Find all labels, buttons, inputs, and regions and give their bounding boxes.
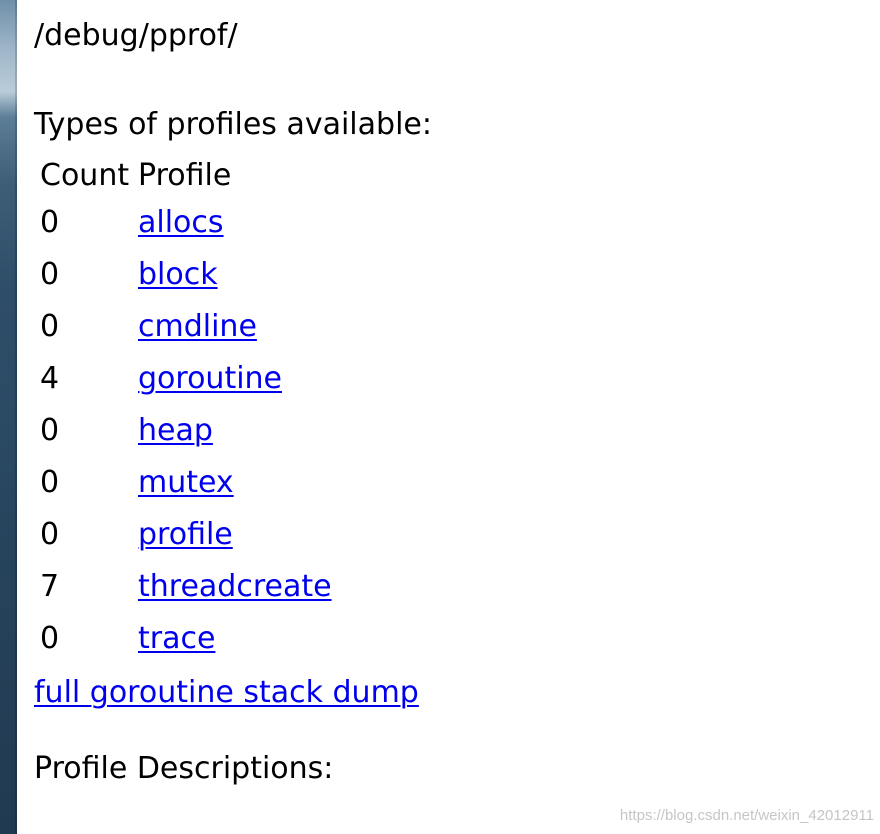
profile-count: 0	[40, 464, 60, 500]
table-row: 0 block	[40, 248, 332, 300]
profile-cell: block	[138, 248, 332, 300]
profiles-types-heading: Types of profiles available:	[34, 107, 432, 142]
profile-descriptions-heading: Profile Descriptions:	[34, 751, 334, 786]
profile-link-allocs[interactable]: allocs	[138, 205, 224, 240]
table-row: 0 heap	[40, 404, 332, 456]
table-row: 0 trace	[40, 612, 332, 664]
table-row: 0 cmdline	[40, 300, 332, 352]
desktop-background-strip	[0, 0, 17, 834]
table-row: 4 goroutine	[40, 352, 332, 404]
profile-cell: profile	[138, 508, 332, 560]
profile-cell: threadcreate	[138, 560, 332, 612]
profile-column-header: Profile	[138, 157, 232, 193]
table-row: 7 threadcreate	[40, 560, 332, 612]
full-goroutine-dump-link[interactable]: full goroutine stack dump	[34, 675, 419, 710]
profile-count: 4	[40, 360, 60, 396]
profile-cell: cmdline	[138, 300, 332, 352]
page-title: /debug/pprof/	[34, 18, 238, 53]
profile-link-trace[interactable]: trace	[138, 621, 215, 656]
profile-link-cmdline[interactable]: cmdline	[138, 309, 257, 344]
profile-cell: allocs	[138, 196, 332, 248]
watermark: https://blog.csdn.net/weixin_42012911	[619, 807, 874, 824]
profile-count: 0	[40, 412, 60, 448]
profile-cell: mutex	[138, 456, 332, 508]
profile-link-profile[interactable]: profile	[138, 517, 233, 552]
full-dump-container: full goroutine stack dump	[34, 673, 419, 713]
profile-link-goroutine[interactable]: goroutine	[138, 361, 282, 396]
profile-count: 0	[40, 620, 60, 656]
table-row: 0 allocs	[40, 196, 332, 248]
profile-link-block[interactable]: block	[138, 257, 218, 292]
table-row: 0 mutex	[40, 456, 332, 508]
profile-count: 0	[40, 308, 60, 344]
profile-count: 0	[40, 204, 60, 240]
profile-link-threadcreate[interactable]: threadcreate	[138, 569, 332, 604]
table-row: 0 profile	[40, 508, 332, 560]
profile-count: 0	[40, 516, 60, 552]
profile-count: 0	[40, 256, 60, 292]
profile-link-heap[interactable]: heap	[138, 413, 213, 448]
count-column-header: Count	[40, 157, 130, 193]
profile-link-mutex[interactable]: mutex	[138, 465, 234, 500]
table-header-row: Count Profile	[40, 154, 332, 196]
profile-cell: goroutine	[138, 352, 332, 404]
profiles-table: Count Profile 0 allocs 0 block 0 cmdline…	[40, 154, 332, 664]
profile-cell: trace	[138, 612, 332, 664]
profile-count: 7	[40, 568, 60, 604]
profile-cell: heap	[138, 404, 332, 456]
